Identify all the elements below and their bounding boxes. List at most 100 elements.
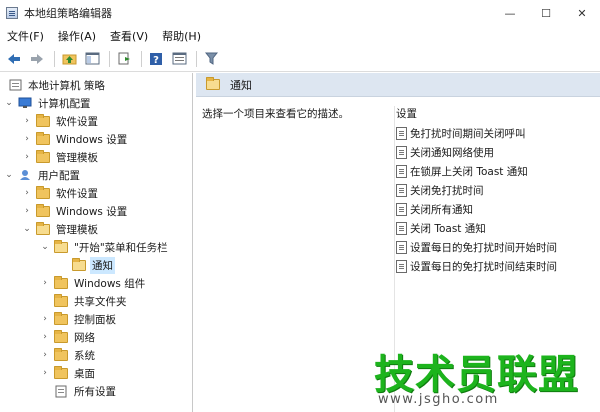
- tree-item-network[interactable]: › 网络: [40, 328, 97, 346]
- tree-item-desktop[interactable]: › 桌面: [40, 364, 97, 382]
- description-text: 选择一个项目来查看它的描述。: [202, 108, 349, 120]
- tree-label: Windows 组件: [74, 277, 146, 290]
- tree-item-control-panel[interactable]: › 控制面板: [40, 310, 118, 328]
- export-button[interactable]: [114, 49, 134, 69]
- chevron-down-icon[interactable]: ⌄: [4, 98, 14, 108]
- tree-label: 共享文件夹: [74, 295, 127, 308]
- title-bar: 本地组策略编辑器 — ☐ ✕: [0, 0, 600, 26]
- policy-setting-icon: [396, 184, 407, 197]
- setting-item[interactable]: 设置每日的免打扰时间结束时间: [396, 257, 600, 276]
- window-controls: — ☐ ✕: [492, 0, 600, 26]
- setting-label: 设置每日的免打扰时间开始时间: [410, 242, 557, 254]
- close-button[interactable]: ✕: [564, 0, 600, 26]
- menu-help[interactable]: 帮助(H): [155, 28, 208, 44]
- tree-item-notifications[interactable]: 通知: [58, 256, 115, 274]
- tree-label: 所有设置: [74, 385, 116, 398]
- menu-view[interactable]: 查看(V): [103, 28, 155, 44]
- tree-item-user-config[interactable]: ⌄ 用户配置: [4, 166, 82, 184]
- chevron-right-icon[interactable]: ›: [40, 314, 50, 324]
- chevron-right-icon[interactable]: ›: [22, 152, 32, 162]
- folder-icon: [36, 149, 50, 163]
- chevron-down-icon[interactable]: ⌄: [4, 170, 14, 180]
- help-icon: ?: [150, 52, 162, 66]
- setting-item[interactable]: 设置每日的免打扰时间开始时间: [396, 238, 600, 257]
- policy-setting-icon: [396, 203, 407, 216]
- minimize-button[interactable]: —: [492, 0, 528, 26]
- arrow-left-icon: [8, 53, 20, 64]
- show-tree-button[interactable]: [82, 49, 102, 69]
- toolbar-separator: [109, 50, 110, 67]
- details-title: 通知: [230, 78, 252, 92]
- setting-label: 在锁屏上关闭 Toast 通知: [410, 166, 528, 178]
- tree-item-root[interactable]: 本地计算机 策略: [4, 76, 107, 94]
- setting-item[interactable]: 关闭 Toast 通知: [396, 219, 600, 238]
- folder-icon: [36, 203, 50, 217]
- tree-label: 通知: [90, 256, 115, 274]
- tree-pane: 本地计算机 策略 ⌄ 计算机配置 › 软件设置 › Windows 设置 › 管…: [0, 73, 193, 412]
- setting-item[interactable]: 关闭免打扰时间: [396, 181, 600, 200]
- tree-item-windows-components[interactable]: › Windows 组件: [40, 274, 147, 292]
- tree-label: 桌面: [74, 367, 95, 380]
- help-button[interactable]: ?: [146, 49, 166, 69]
- chevron-right-icon[interactable]: ›: [22, 188, 32, 198]
- tree-label: 用户配置: [38, 169, 80, 182]
- chevron-right-icon[interactable]: ›: [40, 332, 50, 342]
- setting-item[interactable]: 在锁屏上关闭 Toast 通知: [396, 162, 600, 181]
- up-folder-button[interactable]: [59, 49, 79, 69]
- computer-icon: [18, 97, 32, 109]
- back-button[interactable]: [4, 49, 24, 69]
- policy-setting-icon: [396, 260, 407, 273]
- policy-setting-icon: [396, 146, 407, 159]
- maximize-button[interactable]: ☐: [528, 0, 564, 26]
- setting-item[interactable]: 关闭所有通知: [396, 200, 600, 219]
- tree-item-user-software[interactable]: › 软件设置: [22, 184, 100, 202]
- setting-label: 关闭免打扰时间: [410, 185, 484, 197]
- tree-item-computer-software[interactable]: › 软件设置: [22, 112, 100, 130]
- setting-label: 关闭所有通知: [410, 204, 473, 216]
- folder-icon: [54, 311, 68, 325]
- settings-column-header[interactable]: 设置: [395, 106, 600, 124]
- tree-item-computer-config[interactable]: ⌄ 计算机配置: [4, 94, 93, 112]
- tree-item-system[interactable]: › 系统: [40, 346, 97, 364]
- chevron-right-icon[interactable]: ›: [40, 278, 50, 288]
- toolbar-separator: [196, 50, 197, 67]
- chevron-right-icon[interactable]: ›: [22, 134, 32, 144]
- menu-file[interactable]: 文件(F): [0, 28, 51, 44]
- tree-item-user-admin[interactable]: ⌄ 管理模板: [22, 220, 100, 238]
- folder-open-icon: [206, 77, 220, 90]
- watermark-url: www.jsgho.com: [378, 392, 499, 407]
- menu-bar: 文件(F) 操作(A) 查看(V) 帮助(H): [0, 26, 600, 46]
- tree-item-start-taskbar[interactable]: ⌄ "开始"菜单和任务栏: [40, 238, 170, 256]
- chevron-right-icon[interactable]: ›: [22, 206, 32, 216]
- filter-icon: [204, 52, 218, 65]
- chevron-down-icon[interactable]: ⌄: [40, 242, 50, 252]
- tree-item-all-settings[interactable]: 所有设置: [40, 382, 118, 400]
- chevron-down-icon[interactable]: ⌄: [22, 224, 32, 234]
- watermark: 技术员联盟 www.jsgho.com: [368, 340, 600, 412]
- folder-icon: [36, 113, 50, 127]
- tree-label: 控制面板: [74, 313, 116, 326]
- filter-button[interactable]: [201, 49, 221, 69]
- forward-button[interactable]: [27, 49, 47, 69]
- setting-label: 关闭 Toast 通知: [410, 223, 486, 235]
- toolbar-separator: [54, 50, 55, 67]
- chevron-right-icon[interactable]: ›: [40, 368, 50, 378]
- tree-label: 网络: [74, 331, 95, 344]
- tree-label: Windows 设置: [56, 133, 128, 146]
- folder-open-icon: [54, 239, 68, 253]
- chevron-right-icon[interactable]: ›: [22, 116, 32, 126]
- tree-item-shared-folders[interactable]: 共享文件夹: [40, 292, 129, 310]
- folder-open-icon: [72, 257, 86, 271]
- setting-item[interactable]: 关闭通知网络使用: [396, 143, 600, 162]
- properties-button[interactable]: [169, 49, 189, 69]
- chevron-right-icon[interactable]: ›: [40, 350, 50, 360]
- menu-action[interactable]: 操作(A): [51, 28, 103, 44]
- folder-icon: [54, 293, 68, 307]
- folder-icon: [54, 365, 68, 379]
- tree-item-computer-windows[interactable]: › Windows 设置: [22, 130, 129, 148]
- export-list-icon: [118, 52, 130, 65]
- setting-item[interactable]: 免打扰时间期间关闭呼叫: [396, 124, 600, 143]
- tree-item-user-windows[interactable]: › Windows 设置: [22, 202, 129, 220]
- tree-label: 本地计算机 策略: [28, 79, 105, 92]
- tree-item-computer-admin[interactable]: › 管理模板: [22, 148, 100, 166]
